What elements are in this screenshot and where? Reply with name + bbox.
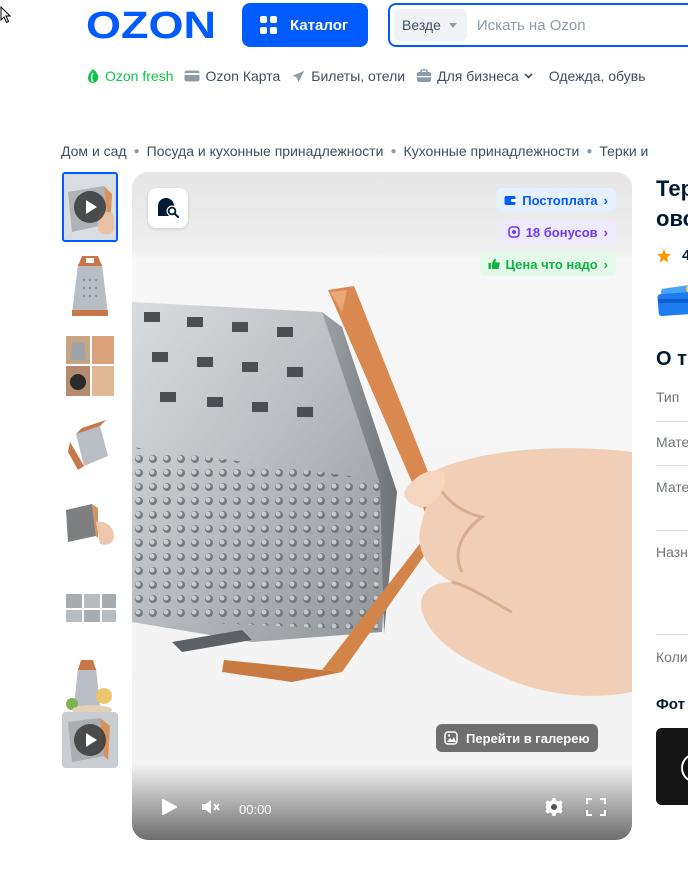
wallet-icon xyxy=(504,196,517,205)
chevron-right-icon: › xyxy=(603,256,608,272)
postpay-badge[interactable]: Постоплата › xyxy=(496,188,616,212)
thumbs-up-icon xyxy=(488,258,500,269)
gallery-icon xyxy=(444,731,458,745)
good-price-label: Цена что надо xyxy=(505,256,598,272)
thumbnail-image[interactable] xyxy=(62,252,118,322)
rating[interactable]: 4 xyxy=(656,247,688,264)
mute-icon[interactable] xyxy=(200,798,220,816)
product-video-player[interactable]: Постоплата › 18 бонусов › Цена что надо … xyxy=(132,172,632,840)
spec-label-material: Мате xyxy=(656,479,688,495)
product-title: Тер ово xyxy=(656,174,688,234)
play-icon xyxy=(74,724,106,756)
breadcrumb-separator: ● xyxy=(586,145,593,157)
divider xyxy=(656,530,688,531)
product-info-panel: Тер ово 4 О т Тип Мате Мате Назн Коли Фо… xyxy=(656,0,688,873)
chevron-down-icon xyxy=(524,73,533,79)
thumbnail-video[interactable] xyxy=(62,712,118,768)
bonus-icon xyxy=(507,226,520,238)
postpay-label: Постоплата xyxy=(522,192,598,208)
divider xyxy=(656,465,688,466)
nav-item-ozon-card[interactable]: Ozon Карта xyxy=(184,68,280,84)
nav-item-label: Ozon fresh xyxy=(105,68,174,84)
divider xyxy=(656,421,688,422)
settings-gear-icon[interactable] xyxy=(544,797,564,817)
video-controls: 00:00 xyxy=(132,764,632,840)
business-icon xyxy=(417,69,432,82)
ozon-logo[interactable]: OZON xyxy=(86,8,216,42)
search-scope-select[interactable]: Везде xyxy=(394,9,467,41)
about-product-heading: О т xyxy=(656,348,687,370)
breadcrumb: Дом и сад ● Посуда и кухонные принадлежн… xyxy=(61,143,648,159)
open-gallery-button[interactable]: Перейти в галерею xyxy=(436,724,598,752)
card-icon xyxy=(184,70,200,82)
nav-item-business[interactable]: Для бизнеса xyxy=(416,68,538,84)
video-time: 00:00 xyxy=(239,802,272,817)
rating-value: 4 xyxy=(682,247,688,264)
play-icon[interactable] xyxy=(160,798,178,816)
product-title-line: ово xyxy=(656,206,688,231)
catalog-grid-icon xyxy=(260,16,278,34)
product-title-line: Тер xyxy=(656,176,688,201)
thumbnail-video[interactable] xyxy=(62,172,118,242)
plane-icon xyxy=(293,70,305,82)
chevron-right-icon: › xyxy=(603,224,608,240)
chevron-down-icon xyxy=(448,22,457,28)
visual-search-button[interactable] xyxy=(148,188,188,228)
mouse-cursor-icon xyxy=(0,6,12,24)
image-search-icon xyxy=(158,198,179,218)
play-icon xyxy=(74,191,106,223)
nav-item-label: Билеты, отели xyxy=(311,68,406,84)
nav-item-ozon-fresh[interactable]: Ozon fresh xyxy=(86,68,173,84)
good-price-badge[interactable]: Цена что надо › xyxy=(479,252,616,276)
bonus-label: 18 бонусов xyxy=(525,224,598,240)
spec-label-type: Тип xyxy=(656,389,680,405)
search-scope-label: Везде xyxy=(402,17,441,33)
thumbnail-image[interactable] xyxy=(62,572,118,642)
open-gallery-label: Перейти в галерею xyxy=(466,730,590,746)
svg-text:OZON: OZON xyxy=(86,8,216,42)
breadcrumb-link[interactable]: Посуда и кухонные принадлежности xyxy=(147,143,384,159)
divider xyxy=(656,634,688,635)
nav-item-tickets[interactable]: Билеты, отели xyxy=(291,68,405,84)
breadcrumb-separator: ● xyxy=(390,145,397,157)
breadcrumb-link[interactable]: Дом и сад xyxy=(61,143,127,159)
star-icon xyxy=(657,248,671,263)
spec-label-quantity: Коли xyxy=(656,649,688,665)
bonus-badge[interactable]: 18 бонусов › xyxy=(499,220,616,244)
thumbnail-image[interactable] xyxy=(62,332,118,402)
chevron-right-icon: › xyxy=(603,192,608,208)
catalog-button[interactable]: Каталог xyxy=(242,3,368,47)
customer-photo-thumbnail[interactable] xyxy=(656,728,688,805)
nav-item-label: Одежда, обувь xyxy=(548,68,646,84)
payment-cards-icon[interactable] xyxy=(656,283,688,323)
fresh-icon xyxy=(88,69,99,83)
fullscreen-icon[interactable] xyxy=(586,798,606,816)
search-input[interactable] xyxy=(476,16,677,34)
breadcrumb-link[interactable]: Терки и xyxy=(599,143,648,159)
nav-item-clothes[interactable]: Одежда, обувь xyxy=(549,68,646,84)
nav-item-label: Для бизнеса xyxy=(437,68,519,84)
spec-label-material: Мате xyxy=(656,434,688,450)
nav-item-label: Ozon Карта xyxy=(205,68,281,84)
promo-chips: Постоплата › 18 бонусов › Цена что надо … xyxy=(479,188,616,284)
thumbnail-image[interactable] xyxy=(62,492,118,562)
thumbnail-image[interactable] xyxy=(62,412,118,482)
spec-label-purpose: Назн xyxy=(656,544,688,560)
top-nav: Ozon fresh Ozon Карта Билеты, отели Для … xyxy=(86,66,657,86)
catalog-button-label: Каталог xyxy=(290,16,349,34)
search-bar: Везде xyxy=(388,3,688,47)
breadcrumb-separator: ● xyxy=(133,145,140,157)
breadcrumb-link[interactable]: Кухонные принадлежности xyxy=(404,143,580,159)
customer-photos-heading: Фот xyxy=(656,696,685,713)
